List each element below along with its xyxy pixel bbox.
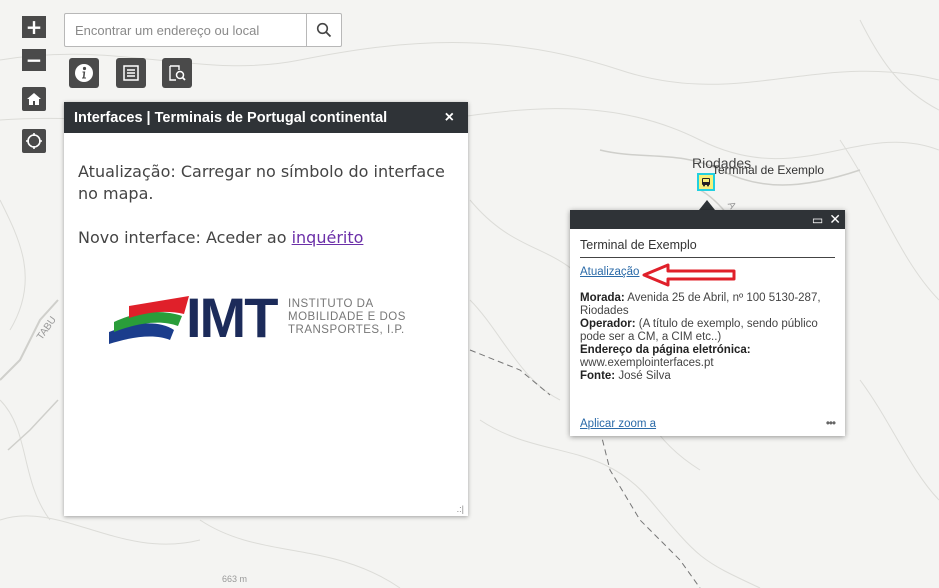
- panel-close-button[interactable]: ×: [441, 109, 458, 127]
- locate-button[interactable]: [22, 129, 46, 153]
- panel-new-prefix: Novo interface: Aceder ao: [78, 228, 292, 247]
- home-button[interactable]: [22, 87, 46, 111]
- locate-icon: [26, 133, 42, 149]
- more-actions-button[interactable]: •••: [826, 418, 836, 430]
- search-box: [64, 13, 342, 47]
- feature-popup: ▭ ✕ Terminal de Exemplo Atualização Mora…: [570, 210, 845, 436]
- popup-title: Terminal de Exemplo: [580, 238, 835, 258]
- panel-header: Interfaces | Terminais de Portugal conti…: [64, 102, 468, 133]
- logo-line: MOBILIDADE E DOS: [288, 311, 406, 323]
- attr-source: Fonte: José Silva: [580, 370, 671, 382]
- bus-icon: [702, 178, 710, 187]
- panel-update-text: Atualização: Carregar no símbolo do inte…: [78, 162, 445, 203]
- panel-new-text: Novo interface: Aceder ao inquérito: [78, 227, 454, 249]
- zoom-in-button[interactable]: +: [22, 15, 46, 39]
- close-icon[interactable]: ✕: [829, 211, 841, 228]
- survey-link[interactable]: inquérito: [292, 228, 364, 247]
- map-terminal-label: Terminal de Exemplo: [712, 163, 825, 177]
- zoom-out-button[interactable]: −: [22, 48, 46, 72]
- popup-attributes: Morada: Avenida 25 de Abril, nº 100 5130…: [580, 292, 835, 383]
- search-button[interactable]: [306, 14, 341, 46]
- update-link[interactable]: Atualização: [580, 266, 639, 278]
- popup-header: ▭ ✕: [570, 210, 845, 229]
- home-icon: [27, 93, 41, 105]
- about-widget-button[interactable]: [69, 58, 99, 88]
- panel-body: Atualização: Carregar no símbolo do inte…: [64, 133, 468, 249]
- imt-logo-subtitle: INSTITUTO DA MOBILIDADE E DOS TRANSPORTE…: [288, 298, 406, 337]
- attr-address: Morada: Avenida 25 de Abril, nº 100 5130…: [580, 292, 821, 317]
- map-elevation-label: 663 m: [222, 574, 248, 584]
- maximize-icon[interactable]: ▭: [812, 213, 823, 227]
- logo-line: INSTITUTO DA: [288, 298, 374, 310]
- annotation-arrow: [642, 263, 736, 287]
- popup-footer: Aplicar zoom a •••: [580, 418, 836, 430]
- attr-operator: Operador: (A título de exemplo, sendo pú…: [580, 318, 818, 343]
- list-icon: [123, 65, 139, 81]
- terminal-marker[interactable]: [697, 173, 715, 191]
- legend-widget-button[interactable]: [116, 58, 146, 88]
- panel-resize-handle[interactable]: .:|: [457, 504, 464, 514]
- logo-line: TRANSPORTES, I.P.: [288, 324, 405, 336]
- zoom-to-link[interactable]: Aplicar zoom a: [580, 418, 656, 430]
- attr-website: Endereço da página eletrónica: www.exemp…: [580, 344, 751, 369]
- imt-logo-text: IMT: [186, 286, 278, 349]
- panel-title: Interfaces | Terminais de Portugal conti…: [74, 109, 388, 126]
- search-icon: [316, 22, 332, 38]
- info-icon: [75, 64, 93, 82]
- popup-pointer: [699, 200, 715, 210]
- popup-body: Terminal de Exemplo Atualização Morada: …: [570, 229, 845, 383]
- query-icon: [169, 65, 186, 81]
- search-input[interactable]: [65, 14, 306, 46]
- about-panel: Interfaces | Terminais de Portugal conti…: [64, 102, 468, 516]
- query-widget-button[interactable]: [162, 58, 192, 88]
